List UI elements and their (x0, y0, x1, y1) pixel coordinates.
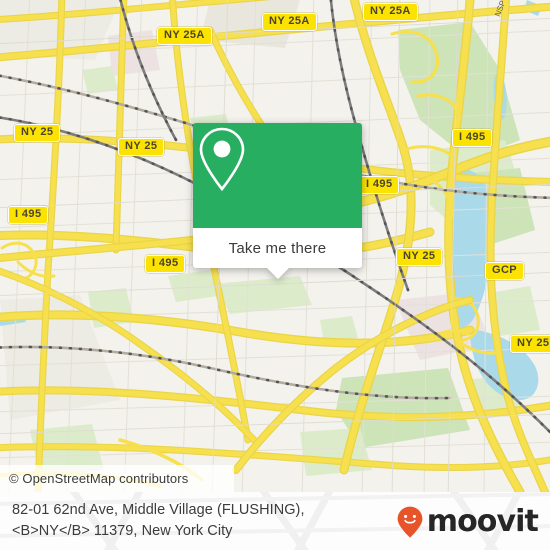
take-me-there-label: Take me there (228, 239, 327, 257)
road-shield: NY 25 (396, 248, 443, 266)
take-me-there-button[interactable]: Take me there (193, 228, 362, 268)
osm-attribution[interactable]: © OpenStreetMap contributors (0, 465, 234, 492)
road-shield: I 495 (452, 129, 493, 147)
moovit-logo[interactable]: moovit (397, 504, 539, 539)
map-pin-icon (199, 127, 245, 192)
address-text: 82-01 62nd Ave, Middle Village (FLUSHING… (12, 500, 402, 542)
road-shield: NY 25 (14, 124, 61, 142)
address-line-1: 82-01 62nd Ave, Middle Village (FLUSHING… (12, 502, 305, 518)
moovit-pin-icon (397, 506, 423, 538)
road-shield: GCP (485, 262, 525, 280)
road-shield: NY 25A (363, 3, 418, 21)
road-shield: NY 25A (262, 13, 317, 31)
road-shield: NY 25 (510, 335, 550, 353)
road-shield: NY 25A (157, 27, 212, 45)
road-shield: I 495 (145, 255, 186, 273)
moovit-wordmark: moovit (426, 504, 539, 539)
address-line-2: <B>NY</B> 11379, New York City (12, 523, 233, 539)
map-screenshot: .rd { stroke:#f7e04d; fill:none; stroke-… (0, 0, 550, 550)
location-info-card[interactable]: Take me there (193, 123, 362, 279)
road-shield: I 495 (359, 176, 400, 194)
road-shield: I 495 (8, 206, 49, 224)
road-shield: NY 25 (118, 138, 165, 156)
osm-attribution-text: © OpenStreetMap contributors (9, 471, 189, 486)
card-pointer-tail (266, 268, 289, 279)
card-icon-area (193, 123, 362, 228)
map-canvas[interactable]: .rd { stroke:#f7e04d; fill:none; stroke-… (0, 0, 550, 492)
footer-bar: 82-01 62nd Ave, Middle Village (FLUSHING… (0, 492, 550, 550)
